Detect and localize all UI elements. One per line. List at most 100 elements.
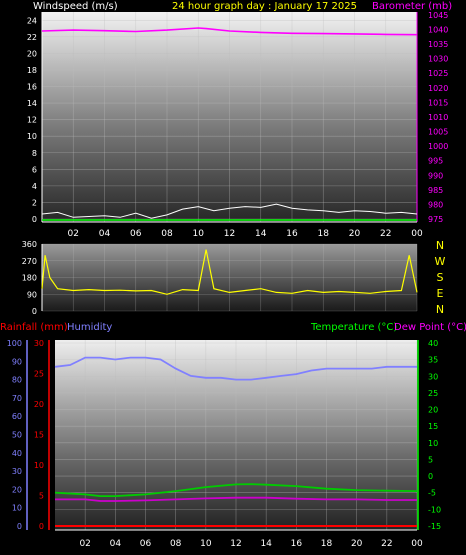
x-tick-label: 02 <box>79 539 90 549</box>
windspeed-tick-label: 14 <box>27 99 37 108</box>
x-tick-label: 00 <box>411 229 423 239</box>
weather-graph-canvas: Windspeed (m/s) 24 hour graph day : Janu… <box>0 1 466 549</box>
x-tick-label: 02 <box>68 229 79 239</box>
x-tick-label: 00 <box>411 539 423 549</box>
barometer-tick-label: 990 <box>428 171 443 180</box>
temperature-tick-label: 10 <box>428 439 438 448</box>
barometer-axis: 975 980 985 990 995 1000 1005 1010 1015 1020 1025 1… <box>416 11 448 224</box>
direction-tick-label: 360 <box>22 240 37 249</box>
x-tick-label: 20 <box>351 539 363 549</box>
temperature-tick-label: 20 <box>428 406 438 415</box>
barometer-tick-label: 1005 <box>428 128 448 137</box>
temp-humidity-panel: 0102030405060708090100 051015202530 -15-… <box>7 339 441 549</box>
humidity-tick-label: 30 <box>12 467 22 476</box>
compass-label: S <box>437 271 444 284</box>
windspeed-tick-label: 22 <box>27 33 37 42</box>
rainfall-tick-label: 10 <box>34 461 44 470</box>
rainfall-tick-label: 5 <box>39 492 44 501</box>
temperature-tick-label: 5 <box>428 455 433 464</box>
humidity-tick-label: 20 <box>12 485 22 494</box>
x-tick-label: 14 <box>255 229 267 239</box>
humidity-tick-label: 80 <box>12 376 22 385</box>
barometer-tick-label: 1000 <box>428 142 448 151</box>
x-tick-label: 18 <box>321 539 333 549</box>
x-tick-label: 04 <box>110 539 122 549</box>
x-tick-label: 14 <box>260 539 272 549</box>
compass-label: N <box>436 239 444 252</box>
barometer-tick-label: 1020 <box>428 84 448 93</box>
temp-humidity-time-axis: 02 04 06 08 10 12 14 16 18 20 22 00 <box>55 529 423 549</box>
humidity-axis-title: Humidity <box>67 322 112 333</box>
rainfall-tick-label: 30 <box>34 339 44 348</box>
humidity-tick-label: 60 <box>12 412 22 421</box>
windspeed-tick-label: 24 <box>27 16 37 25</box>
humidity-tick-label: 50 <box>12 431 22 440</box>
x-tick-label: 22 <box>381 539 392 549</box>
windspeed-tick-label: 2 <box>32 198 37 207</box>
temperature-tick-label: 35 <box>428 356 438 365</box>
x-tick-label: 10 <box>193 229 205 239</box>
temperature-tick-label: 30 <box>428 372 438 381</box>
direction-tick-label: 90 <box>27 290 37 299</box>
rainfall-tick-label: 15 <box>34 431 44 440</box>
rainfall-tick-label: 20 <box>34 400 44 409</box>
temperature-tick-label: -5 <box>428 489 436 498</box>
dewpoint-axis-title: Dew Point (°C) <box>394 322 466 333</box>
windspeed-tick-label: 12 <box>27 116 37 125</box>
barometer-tick-label: 980 <box>428 200 443 209</box>
temperature-tick-label: -10 <box>428 505 441 514</box>
wind-baro-panel: 024681012141618202224 975980985990995100… <box>27 11 449 239</box>
x-tick-label: 08 <box>170 539 182 549</box>
rainfall-tick-label: 25 <box>34 370 44 379</box>
humidity-tick-label: 70 <box>12 394 22 403</box>
rainfall-axis-title: Rainfall (mm) <box>0 322 68 333</box>
barometer-tick-label: 1040 <box>428 25 448 34</box>
humidity-tick-label: 100 <box>7 339 22 348</box>
humidity-tick-label: 90 <box>12 357 22 366</box>
humidity-tick-label: 40 <box>12 449 22 458</box>
humidity-tick-label: 0 <box>17 522 22 531</box>
x-tick-label: 06 <box>130 229 142 239</box>
windspeed-tick-label: 0 <box>32 215 37 224</box>
humidity-axis: 0 10 20 30 40 50 60 70 80 90 100 <box>7 339 28 531</box>
x-tick-label: 04 <box>99 229 111 239</box>
barometer-tick-label: 975 <box>428 215 443 224</box>
windspeed-tick-label: 16 <box>27 83 37 92</box>
temperature-axis: -15 -10 -5 0 5 10 15 20 25 30 35 40 <box>417 339 441 531</box>
windspeed-axis: 024681012141618202224 <box>27 12 43 224</box>
compass-label: W <box>435 255 446 268</box>
temperature-axis-title: Temperature (°C) <box>310 322 397 333</box>
x-tick-label: 20 <box>349 229 361 239</box>
temperature-tick-label: 40 <box>428 339 438 348</box>
humidity-tick-label: 10 <box>12 504 22 513</box>
temperature-tick-label: 15 <box>428 422 438 431</box>
x-tick-label: 16 <box>286 229 298 239</box>
temperature-tick-label: 25 <box>428 389 438 398</box>
x-tick-label: 22 <box>380 229 391 239</box>
barometer-tick-label: 1025 <box>428 69 448 78</box>
barometer-tick-label: 985 <box>428 186 443 195</box>
wind-direction-axis: 0 90 180 270 360 <box>22 240 43 316</box>
rainfall-tick-label: 0 <box>39 522 44 531</box>
compass-label: E <box>437 287 444 300</box>
windspeed-tick-label: 8 <box>32 149 37 158</box>
direction-tick-label: 180 <box>22 274 37 283</box>
windspeed-tick-label: 10 <box>27 132 37 141</box>
compass-labels: NWSEN <box>435 239 446 316</box>
windspeed-tick-label: 4 <box>32 182 37 191</box>
x-tick-label: 16 <box>291 539 303 549</box>
temperature-tick-label: -15 <box>428 522 441 531</box>
temperature-tick-label: 0 <box>428 472 433 481</box>
x-tick-label: 12 <box>230 539 241 549</box>
barometer-tick-label: 1010 <box>428 113 448 122</box>
barometer-tick-label: 1045 <box>428 11 448 20</box>
wind-direction-panel: 090180270360 NWSEN <box>22 239 446 316</box>
windspeed-tick-label: 18 <box>27 66 37 75</box>
barometer-tick-label: 1030 <box>428 55 448 64</box>
x-tick-label: 06 <box>140 539 152 549</box>
direction-tick-label: 0 <box>32 307 37 316</box>
direction-tick-label: 270 <box>22 257 37 266</box>
windspeed-axis-title: Windspeed (m/s) <box>33 1 118 12</box>
x-tick-label: 10 <box>200 539 212 549</box>
barometer-tick-label: 995 <box>428 157 443 166</box>
